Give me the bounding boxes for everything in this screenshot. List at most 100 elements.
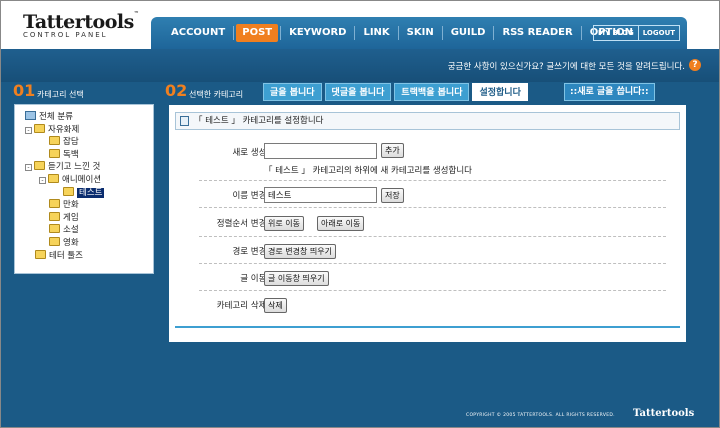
save-button[interactable]: 저장: [381, 188, 404, 203]
folder-icon: [49, 211, 60, 221]
panel-title-text: 「 테스트 」 카테고리를 설정합니다: [194, 116, 324, 126]
nav-post[interactable]: POST: [236, 24, 279, 42]
folder-icon: [49, 199, 60, 209]
folder-icon: [49, 236, 60, 246]
folder-icon: [34, 161, 45, 171]
nav-skin[interactable]: SKIN: [401, 24, 440, 42]
tree-item-label: 게임: [63, 212, 79, 223]
rename-input[interactable]: [264, 187, 377, 203]
add-button[interactable]: 추가: [381, 143, 404, 158]
new-category-row: 새로 생성 | 추가 「 테스트 」 카테고리의 하위에 새 카테고리를 생성합…: [199, 142, 666, 181]
folder-icon: [49, 224, 60, 234]
tree-item[interactable]: 독백: [25, 148, 153, 162]
tree-item[interactable]: - 애니메이션: [25, 173, 153, 187]
move-posts-button[interactable]: 글 이동창 띄우기: [264, 271, 329, 286]
move-down-button[interactable]: 아래로 이동: [317, 216, 365, 231]
move-posts-row: 글 이동 | 글 이동창 띄우기: [199, 266, 666, 291]
tab-view-comments[interactable]: 댓글을 봅니다: [324, 83, 392, 101]
logo-brand: Tattertools: [23, 11, 134, 33]
nav-keyword[interactable]: KEYWORD: [283, 24, 352, 42]
footer-logo: Tattertools: [633, 408, 695, 419]
tree-item[interactable]: 소설: [25, 224, 153, 237]
root-category-icon: [25, 111, 36, 120]
tree-item-label: 듣기고 느낀 것: [48, 162, 101, 173]
new-category-input[interactable]: [264, 143, 377, 159]
account-links: MY BLOG LOGOUT: [593, 25, 681, 41]
tree-item[interactable]: 테터 툴즈: [25, 249, 153, 263]
tree-item-label: 만화: [63, 200, 79, 211]
tree-item[interactable]: 만화: [25, 199, 153, 212]
tree-item-label: 잡담: [63, 137, 79, 148]
tree-root[interactable]: 전체 분류: [25, 111, 153, 124]
logo-tm: ™: [133, 11, 139, 17]
order-row: 정렬순서 변경 | 위로 이동 아래로 이동: [199, 210, 666, 237]
folder-icon: [34, 123, 45, 133]
tree-item[interactable]: - 자유화제: [25, 123, 153, 137]
path-row: 경로 변경 | 경로 변경창 띄우기: [199, 239, 666, 264]
help-band: 궁금한 사항이 있으신가요? 글쓰기에 대한 모든 것을 알려드립니다. ?: [1, 49, 719, 82]
step2-number: 02: [165, 81, 188, 100]
step1-number: 01: [13, 81, 36, 100]
panel-title: 「 테스트 」 카테고리를 설정합니다: [175, 112, 680, 130]
nav-guild[interactable]: GUILD: [445, 24, 492, 42]
new-post-button[interactable]: ::새로 글을 씁니다::: [564, 83, 655, 101]
tree-item[interactable]: 잡담: [25, 136, 153, 149]
step1-label: 카테고리 선택: [37, 90, 84, 99]
tab-settings[interactable]: 설정합니다: [472, 83, 528, 101]
collapse-icon[interactable]: -: [25, 126, 32, 134]
nav-separator: [493, 26, 495, 40]
collapse-icon[interactable]: -: [25, 164, 32, 172]
help-text[interactable]: 궁금한 사항이 있으신가요? 글쓰기에 대한 모든 것을 알려드립니다.: [448, 60, 685, 72]
folder-icon: [48, 173, 59, 183]
category-settings-panel: 「 테스트 」 카테고리를 설정합니다 새로 생성 | 추가 「 테스트 」 카…: [169, 105, 686, 342]
folder-icon: [63, 186, 74, 196]
nav-link[interactable]: LINK: [357, 24, 395, 42]
tree-item-label: 소설: [63, 225, 79, 236]
main-menu: ACCOUNT POST KEYWORD LINK SKIN GUILD RSS…: [165, 24, 639, 42]
move-up-button[interactable]: 위로 이동: [264, 216, 304, 231]
path-change-button[interactable]: 경로 변경창 띄우기: [264, 244, 336, 259]
my-blog-button[interactable]: MY BLOG: [594, 26, 638, 40]
top-nav-bar: ACCOUNT POST KEYWORD LINK SKIN GUILD RSS…: [151, 17, 687, 49]
panel-bottom-line: [175, 326, 680, 328]
copyright-text: COPYRIGHT © 2005 TATTERTOOLS. ALL RIGHTS…: [466, 413, 615, 418]
document-icon: [180, 116, 189, 126]
nav-separator: [280, 26, 282, 40]
tree-item[interactable]: - 듣기고 느낀 것: [25, 161, 153, 174]
tree-item-label: 독백: [63, 149, 79, 160]
page: Tattertools™ CONTROL PANEL ACCOUNT POST …: [1, 1, 719, 427]
nav-separator: [233, 26, 235, 40]
help-icon[interactable]: ?: [689, 59, 701, 71]
delete-row: 카테고리 삭제 | 삭제: [199, 293, 666, 318]
new-category-note: 「 테스트 」 카테고리의 하위에 새 카테고리를 생성합니다: [264, 166, 472, 176]
nav-separator: [441, 26, 443, 40]
nav-account[interactable]: ACCOUNT: [165, 24, 231, 42]
step2-label: 선택한 카테고리: [189, 90, 244, 99]
nav-separator: [354, 26, 356, 40]
rename-row: 이름 변경 | 저장: [199, 183, 666, 208]
tree-item-label: 영화: [63, 237, 79, 248]
folder-icon: [35, 249, 46, 259]
footer: COPYRIGHT © 2005 TATTERTOOLS. ALL RIGHTS…: [1, 400, 719, 427]
tree-item-label: 테터 툴즈: [49, 250, 83, 261]
tree-item[interactable]: 게임: [25, 211, 153, 225]
nav-separator: [580, 26, 582, 40]
tab-view-posts[interactable]: 글을 봅니다: [263, 83, 322, 101]
delete-button[interactable]: 삭제: [264, 298, 287, 313]
post-tabs: 글을 봅니다 댓글을 봅니다 트랙백을 봅니다 설정합니다: [263, 83, 531, 101]
tree-item-selected[interactable]: 테스트: [25, 186, 153, 200]
tree-item-label: 애니메이션: [62, 174, 102, 185]
tree-item[interactable]: 영화: [25, 236, 153, 250]
folder-icon: [49, 148, 60, 158]
nav-separator: [397, 26, 399, 40]
collapse-icon[interactable]: -: [39, 176, 46, 184]
category-tree: 전체 분류 - 자유화제 잡담 독백 - 듣기고 느낀 것 - 애니메이션 테스트 만…: [14, 104, 154, 274]
logout-button[interactable]: LOGOUT: [639, 26, 679, 40]
nav-rss-reader[interactable]: RSS READER: [496, 24, 578, 42]
tattertools-logo[interactable]: Tattertools™ CONTROL PANEL: [23, 11, 139, 43]
tree-item-label: 테스트: [77, 187, 105, 198]
tree-root-label: 전체 분류: [39, 112, 73, 122]
tree-item-label: 자유화제: [48, 124, 80, 135]
tab-view-trackbacks[interactable]: 트랙백을 봅니다: [394, 83, 470, 101]
folder-icon: [49, 136, 60, 146]
